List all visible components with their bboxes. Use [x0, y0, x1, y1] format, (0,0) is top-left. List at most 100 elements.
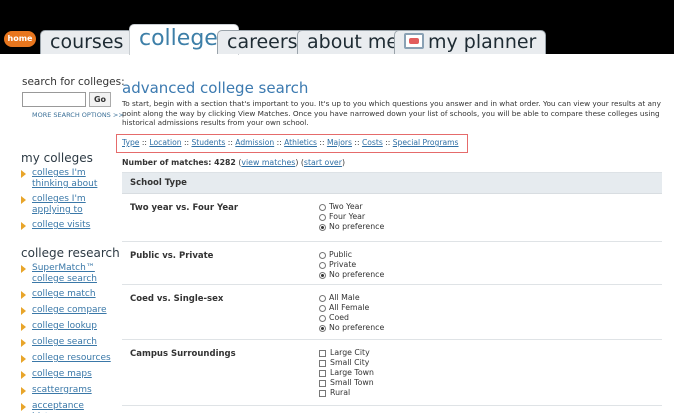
category-link-athletics[interactable]: Athletics: [284, 138, 317, 147]
category-separator: ::: [274, 138, 285, 147]
option-item[interactable]: Large City: [319, 348, 374, 358]
category-separator: ::: [181, 138, 192, 147]
radio-button[interactable]: [319, 304, 326, 312]
option-item[interactable]: No preference: [319, 270, 384, 280]
sidebar-item-college-lookup[interactable]: college lookup: [21, 321, 113, 332]
sidebar-item-college-resources[interactable]: college resources: [21, 353, 113, 364]
criteria-table: School Type Two year vs. Four Year Two Ye…: [122, 172, 662, 406]
option-label: Four Year: [329, 212, 366, 221]
radio-button[interactable]: [319, 251, 326, 259]
option-label: All Male: [329, 293, 360, 302]
radio-button[interactable]: [319, 271, 326, 279]
category-link-location[interactable]: Location: [149, 138, 181, 147]
checkbox[interactable]: [319, 389, 326, 397]
option-group: All Male All Female Coed No preference: [319, 293, 384, 333]
radio-button[interactable]: [319, 223, 326, 231]
sidebar-item-college-search[interactable]: college search: [21, 337, 113, 348]
radio-button[interactable]: [319, 314, 326, 322]
sidebar-item-applying-to[interactable]: colleges I'm applying to: [21, 194, 97, 216]
matches-line: Number of matches: 4282 (view matches) (…: [122, 158, 345, 167]
view-matches-link[interactable]: view matches: [241, 158, 295, 167]
option-group: Public Private No preference: [319, 250, 384, 280]
sidebar-item-college-visits[interactable]: college visits: [21, 220, 113, 231]
start-over-link[interactable]: start over: [304, 158, 342, 167]
option-item[interactable]: Public: [319, 250, 384, 260]
criteria-row: Coed vs. Single-sex All Male All Female Coe…: [122, 285, 662, 340]
option-label: No preference: [329, 222, 385, 231]
intro-text: To start, begin with a section that's im…: [122, 99, 661, 127]
category-link-type[interactable]: Type: [122, 138, 139, 147]
tab-courses[interactable]: courses: [40, 30, 134, 54]
option-label: Coed: [329, 313, 349, 322]
matches-count: 4282: [214, 158, 236, 167]
option-item[interactable]: Four Year: [319, 212, 384, 222]
category-separator: ::: [139, 138, 150, 147]
option-item[interactable]: Large Town: [319, 368, 374, 378]
checkbox[interactable]: [319, 369, 326, 377]
sidebar-item-scattergrams[interactable]: scattergrams: [21, 385, 113, 396]
criteria-row: Public vs. Private Public Private No prefer…: [122, 242, 662, 285]
option-label: No preference: [329, 323, 385, 332]
tab-about-me[interactable]: about me: [297, 30, 409, 54]
option-item[interactable]: Coed: [319, 313, 384, 323]
category-nav: Type :: Location :: Students :: Admissio…: [122, 138, 459, 147]
category-link-costs[interactable]: Costs: [362, 138, 383, 147]
option-label: Two Year: [329, 202, 363, 211]
radio-button[interactable]: [319, 324, 326, 332]
search-label: search for colleges:: [22, 76, 125, 88]
option-label: Public: [329, 250, 353, 259]
category-separator: ::: [225, 138, 236, 147]
question-label: Two year vs. Four Year: [130, 203, 239, 213]
sidebar-item-college-maps[interactable]: college maps: [21, 369, 113, 380]
option-item[interactable]: No preference: [319, 323, 384, 333]
radio-button[interactable]: [319, 213, 326, 221]
option-item[interactable]: Rural: [319, 388, 374, 398]
criteria-row: Two year vs. Four Year Two Year Four Year N…: [122, 194, 662, 242]
my-colleges-heading: my colleges: [21, 151, 93, 165]
category-link-admission[interactable]: Admission: [235, 138, 274, 147]
question-label: Public vs. Private: [130, 251, 214, 261]
planner-icon: [404, 33, 424, 49]
sidebar-item-college-match[interactable]: college match: [21, 289, 113, 300]
category-link-students[interactable]: Students: [191, 138, 225, 147]
category-separator: ::: [382, 138, 393, 147]
option-label: Large Town: [330, 368, 374, 377]
tab-careers[interactable]: careers: [217, 30, 308, 54]
checkbox[interactable]: [319, 349, 326, 357]
option-item[interactable]: Private: [319, 260, 384, 270]
option-item[interactable]: Small City: [319, 358, 374, 368]
option-item[interactable]: All Female: [319, 303, 384, 313]
search-input[interactable]: [22, 92, 86, 107]
tab-my-planner[interactable]: my planner: [394, 30, 547, 54]
option-item[interactable]: No preference: [319, 222, 384, 232]
checkbox[interactable]: [319, 379, 326, 387]
go-button[interactable]: Go: [89, 92, 111, 107]
more-search-options-link[interactable]: MORE SEARCH OPTIONS >>: [32, 111, 124, 119]
option-label: Large City: [330, 348, 370, 357]
option-label: Rural: [330, 388, 351, 397]
radio-button[interactable]: [319, 294, 326, 302]
option-label: Private: [329, 260, 357, 269]
option-label: No preference: [329, 270, 385, 279]
checkbox[interactable]: [319, 359, 326, 367]
sidebar-item-thinking-about[interactable]: colleges I'm thinking about: [21, 168, 113, 190]
matches-label: Number of matches:: [122, 158, 212, 167]
option-group: Large City Small City Large Town Small Town…: [319, 348, 374, 398]
sidebar-item-supermatch[interactable]: SuperMatch™ college search: [21, 263, 113, 285]
category-link-majors[interactable]: Majors: [327, 138, 352, 147]
option-group: Two Year Four Year No preference: [319, 202, 384, 232]
top-nav-bar: home courses colleges careers about me m…: [0, 0, 674, 55]
radio-button[interactable]: [319, 261, 326, 269]
sidebar-item-college-compare[interactable]: college compare: [21, 305, 113, 316]
sidebar-item-acceptance-history[interactable]: acceptance history: [21, 401, 113, 413]
question-label: Coed vs. Single-sex: [130, 294, 224, 304]
option-item[interactable]: Two Year: [319, 202, 384, 212]
option-item[interactable]: All Male: [319, 293, 384, 303]
option-item[interactable]: Small Town: [319, 378, 374, 388]
page-title: advanced college search: [122, 79, 309, 97]
radio-button[interactable]: [319, 203, 326, 211]
home-button[interactable]: home: [4, 31, 36, 47]
option-label: All Female: [329, 303, 370, 312]
category-link-special-programs[interactable]: Special Programs: [393, 138, 459, 147]
category-separator: ::: [351, 138, 362, 147]
